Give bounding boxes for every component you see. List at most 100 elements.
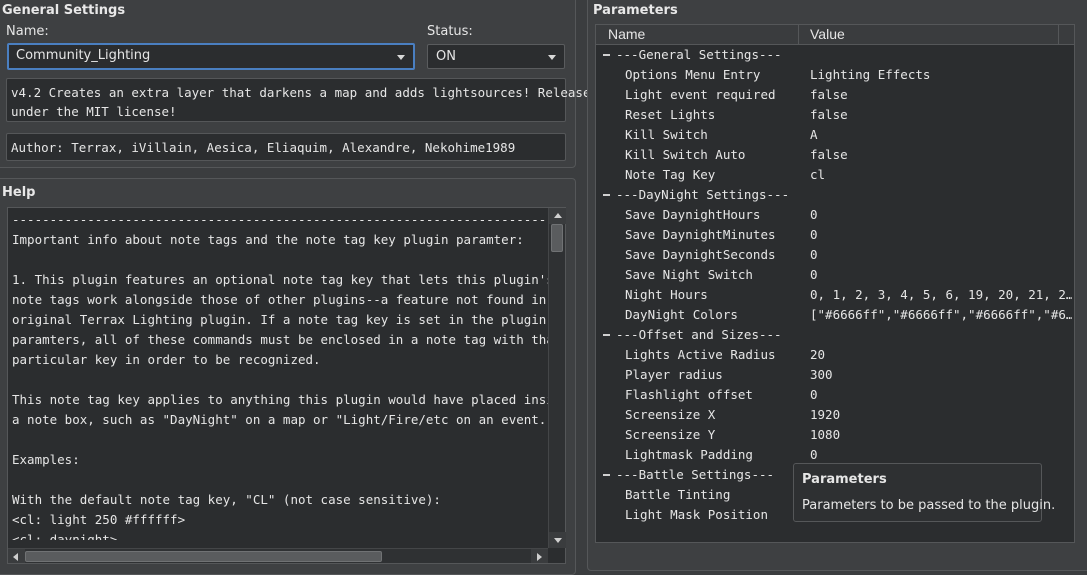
parameter-group-row[interactable]: ---General Settings--- — [596, 45, 1074, 65]
parameter-name: ---General Settings--- — [616, 47, 782, 62]
general-settings-title: General Settings — [2, 3, 126, 18]
arrow-right-icon — [537, 553, 542, 561]
arrow-down-icon — [554, 538, 562, 543]
scroll-thumb[interactable] — [25, 551, 382, 562]
help-title: Help — [2, 185, 36, 200]
parameter-name: ---Battle Settings--- — [616, 467, 775, 482]
parameter-name: Screensize X — [625, 407, 716, 422]
parameter-row[interactable]: Save DaynightMinutes 0 — [596, 225, 1074, 245]
parameter-name: Kill Switch Auto — [625, 147, 746, 162]
tooltip-body: Parameters to be passed to the plugin. — [802, 498, 1056, 513]
name-value: Community_Lighting — [16, 48, 151, 63]
parameter-name: ---Offset and Sizes--- — [616, 327, 782, 342]
parameter-row[interactable]: Player radius 300 — [596, 365, 1074, 385]
column-header-name[interactable]: Name — [596, 26, 645, 42]
status-value: ON — [436, 49, 456, 64]
parameter-name: Lights Active Radius — [625, 347, 776, 362]
parameter-value: false — [810, 107, 848, 122]
scroll-thumb[interactable] — [551, 224, 563, 252]
help-vertical-scrollbar[interactable] — [548, 208, 566, 548]
parameter-name: Note Tag Key — [625, 167, 716, 182]
parameter-name: Save DaynightHours — [625, 207, 761, 222]
parameter-value: 0 — [810, 447, 818, 462]
parameter-row[interactable]: Lights Active Radius 20 — [596, 345, 1074, 365]
parameter-row[interactable]: Light event required false — [596, 85, 1074, 105]
parameter-value: A — [810, 127, 818, 142]
parameter-row[interactable]: DayNight Colors ["#6666ff","#6666ff","#66… — [596, 305, 1074, 325]
name-combobox[interactable]: Community_Lighting — [7, 43, 415, 70]
scroll-down-button[interactable] — [549, 532, 566, 548]
parameter-row[interactable]: Kill Switch A — [596, 125, 1074, 145]
scroll-left-button[interactable] — [8, 549, 25, 563]
parameter-name: Lightmask Padding — [625, 447, 753, 462]
parameter-row[interactable]: Save Night Switch 0 — [596, 265, 1074, 285]
parameter-value: Lighting Effects — [810, 67, 931, 82]
column-separator — [1058, 25, 1059, 45]
parameter-name: Options Menu Entry — [625, 67, 761, 82]
collapse-icon[interactable] — [603, 474, 610, 476]
status-label: Status: — [427, 24, 473, 39]
parameter-row[interactable]: Kill Switch Auto false — [596, 145, 1074, 165]
parameter-value: 1920 — [810, 407, 841, 422]
parameter-name: Player radius — [625, 367, 723, 382]
name-label: Name: — [6, 24, 49, 39]
parameter-row[interactable]: Screensize X 1920 — [596, 405, 1074, 425]
help-text[interactable]: ----------------------------------------… — [8, 208, 548, 540]
collapse-icon[interactable] — [603, 334, 610, 336]
arrow-left-icon — [13, 553, 18, 561]
chevron-down-icon — [397, 55, 405, 60]
parameter-value: 0 — [810, 227, 818, 242]
parameter-name: Save DaynightSeconds — [625, 247, 776, 262]
parameter-value: 0 — [810, 267, 818, 282]
parameter-value: 0 — [810, 247, 818, 262]
parameter-name: ---DayNight Settings--- — [616, 187, 790, 202]
column-header-value[interactable]: Value — [798, 26, 845, 42]
parameter-row[interactable]: Reset Lights false — [596, 105, 1074, 125]
parameter-value: false — [810, 87, 848, 102]
arrow-up-icon — [554, 213, 562, 218]
parameter-value: false — [810, 147, 848, 162]
parameter-value: 1080 — [810, 427, 841, 442]
status-combobox[interactable]: ON — [427, 44, 565, 69]
parameter-name: Light event required — [625, 87, 776, 102]
parameter-value: 0 — [810, 387, 818, 402]
parameters-tooltip: Parameters Parameters to be passed to th… — [793, 463, 1055, 522]
parameter-name: Flashlight offset — [625, 387, 753, 402]
parameter-group-row[interactable]: ---DayNight Settings--- — [596, 185, 1074, 205]
parameter-row[interactable]: Lightmask Padding 0 — [596, 445, 1074, 465]
parameter-name: Save DaynightMinutes — [625, 227, 776, 242]
parameter-row[interactable]: Save DaynightSeconds 0 — [596, 245, 1074, 265]
parameter-value: 20 — [810, 347, 826, 362]
parameter-group-row[interactable]: ---Offset and Sizes--- — [596, 325, 1074, 345]
parameter-name: DayNight Colors — [625, 307, 738, 322]
parameter-name: Light Mask Position — [625, 507, 768, 522]
parameter-row[interactable]: Note Tag Key cl — [596, 165, 1074, 185]
scroll-right-button[interactable] — [531, 549, 548, 563]
parameters-title: Parameters — [593, 3, 678, 18]
parameter-value: 0 — [810, 207, 818, 222]
plugin-author: Author: Terrax, iVillain, Aesica, Eliaqu… — [6, 133, 566, 161]
chevron-down-icon — [548, 55, 556, 60]
parameter-name: Reset Lights — [625, 107, 716, 122]
help-horizontal-scrollbar[interactable] — [8, 548, 548, 563]
parameter-name: Battle Tinting — [625, 487, 731, 502]
collapse-icon[interactable] — [603, 194, 610, 196]
parameter-row[interactable]: Options Menu Entry Lighting Effects — [596, 65, 1074, 85]
parameter-name: Save Night Switch — [625, 267, 753, 282]
tooltip-title: Parameters — [802, 472, 887, 487]
parameter-row[interactable]: Night Hours 0, 1, 2, 3, 4, 5, 6, 19, 20, … — [596, 285, 1074, 305]
plugin-description: v4.2 Creates an extra layer that darkens… — [6, 78, 598, 122]
parameter-name: Night Hours — [625, 287, 708, 302]
parameter-value: 0, 1, 2, 3, 4, 5, 6, 19, 20, 21, 2… — [810, 287, 1072, 302]
parameter-value: ["#6666ff","#6666ff","#6666ff","#6… — [810, 307, 1072, 322]
parameter-row[interactable]: Screensize Y 1080 — [596, 425, 1074, 445]
scroll-up-button[interactable] — [549, 208, 566, 224]
collapse-icon[interactable] — [603, 54, 610, 56]
parameter-row[interactable]: Flashlight offset 0 — [596, 385, 1074, 405]
parameter-value: cl — [810, 167, 826, 182]
parameter-value: 300 — [810, 367, 833, 382]
tree-header: Name Value — [596, 25, 1074, 45]
parameter-name: Kill Switch — [625, 127, 708, 142]
parameter-row[interactable]: Save DaynightHours 0 — [596, 205, 1074, 225]
parameter-name: Screensize Y — [625, 427, 716, 442]
